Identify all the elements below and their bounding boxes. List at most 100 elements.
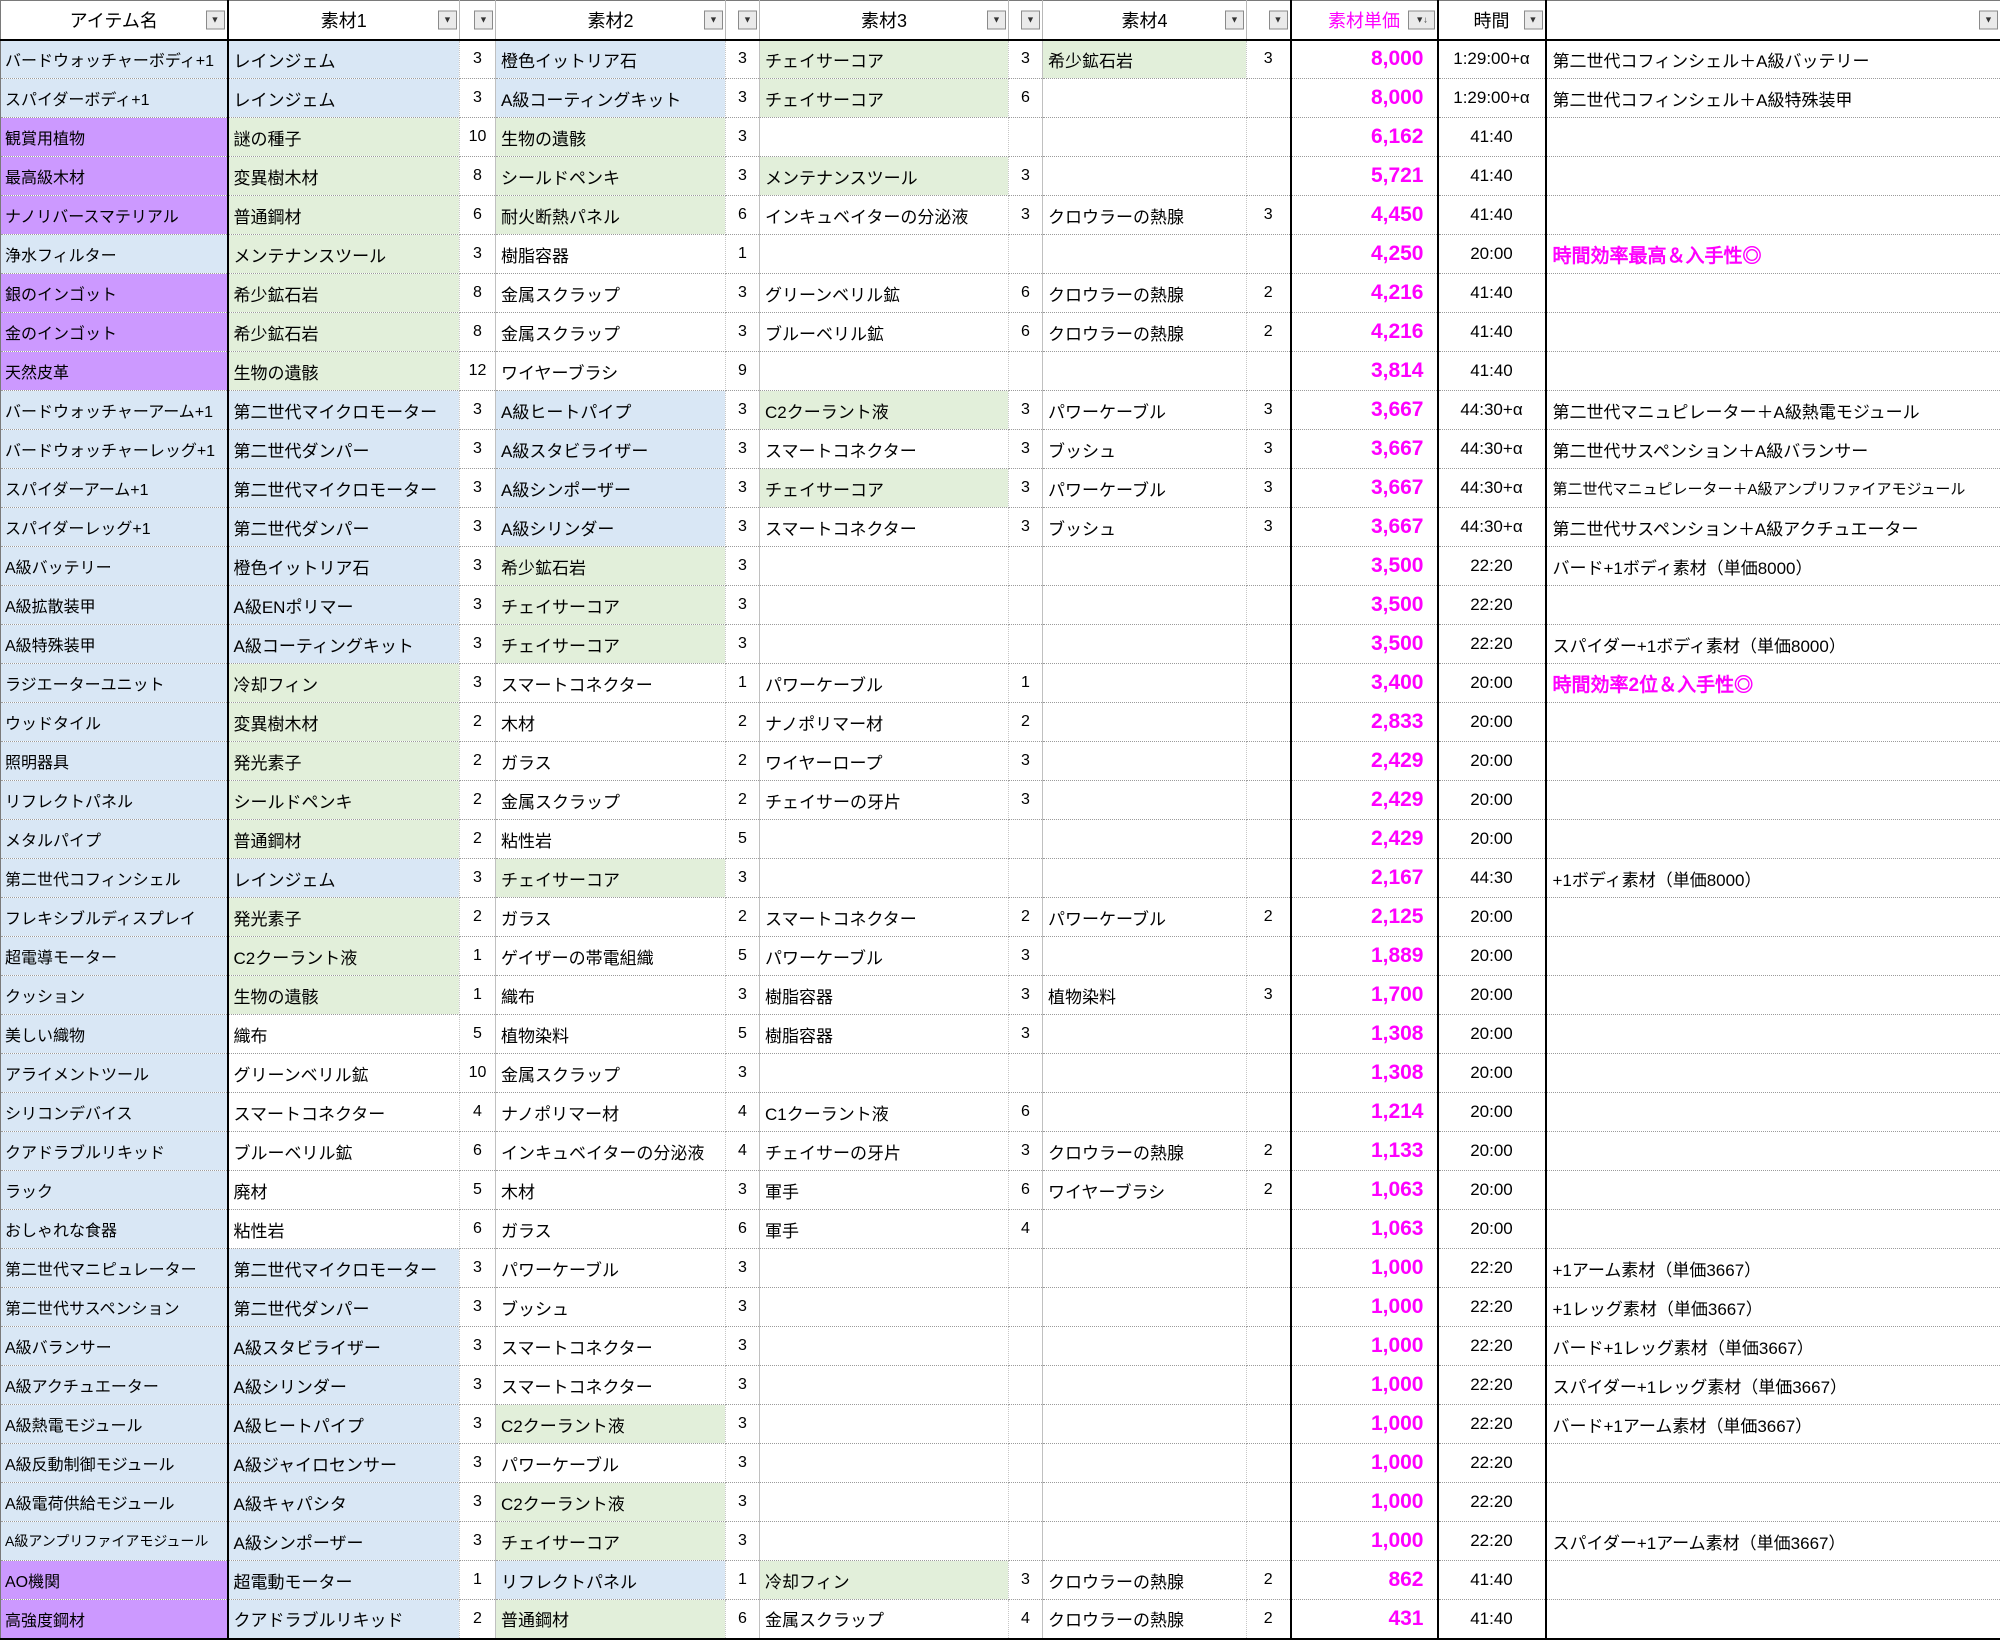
material-cell[interactable] — [1043, 1210, 1247, 1249]
qty-cell[interactable]: 5 — [726, 820, 760, 859]
note-cell[interactable]: スパイダー+1レッグ素材（単価3667） — [1546, 1366, 2000, 1405]
qty-cell[interactable]: 1 — [726, 235, 760, 274]
material-cell[interactable]: クアドラブルリキッド — [228, 1600, 460, 1639]
qty-cell[interactable] — [1247, 820, 1291, 859]
price-cell[interactable]: 1,000 — [1291, 1327, 1438, 1366]
price-cell[interactable]: 1,308 — [1291, 1015, 1438, 1054]
qty-cell[interactable]: 6 — [460, 196, 496, 235]
item-cell[interactable]: 超電導モーター — [1, 937, 228, 976]
qty-cell[interactable]: 2 — [1247, 1561, 1291, 1600]
note-cell[interactable]: 時間効率2位＆入手性◎ — [1546, 664, 2000, 703]
qty-cell[interactable] — [1247, 1015, 1291, 1054]
qty-cell[interactable]: 6 — [460, 1210, 496, 1249]
qty-cell[interactable]: 3 — [460, 40, 496, 79]
qty-cell[interactable]: 3 — [460, 1327, 496, 1366]
time-cell[interactable]: 20:00 — [1438, 781, 1546, 820]
material-cell[interactable]: チェイサーコア — [496, 859, 726, 898]
note-cell[interactable] — [1546, 1015, 2000, 1054]
material-cell[interactable] — [1043, 547, 1247, 586]
material-cell[interactable]: ブッシュ — [496, 1288, 726, 1327]
note-cell[interactable] — [1546, 976, 2000, 1015]
time-cell[interactable]: 44:30+α — [1438, 469, 1546, 508]
qty-cell[interactable]: 1 — [460, 937, 496, 976]
time-cell[interactable]: 20:00 — [1438, 898, 1546, 937]
material-cell[interactable]: メンテナンスツール — [760, 157, 1009, 196]
material-cell[interactable]: ワイヤーブラシ — [496, 352, 726, 391]
filter-button-notes[interactable]: ▼ — [1979, 10, 1998, 29]
qty-cell[interactable]: 3 — [1247, 430, 1291, 469]
time-cell[interactable]: 22:20 — [1438, 547, 1546, 586]
qty-cell[interactable]: 3 — [460, 1249, 496, 1288]
material-cell[interactable]: 普通鋼材 — [228, 196, 460, 235]
note-cell[interactable] — [1546, 703, 2000, 742]
price-cell[interactable]: 4,450 — [1291, 196, 1438, 235]
qty-cell[interactable] — [1009, 1288, 1043, 1327]
note-cell[interactable]: 時間効率最高＆入手性◎ — [1546, 235, 2000, 274]
qty-cell[interactable]: 2 — [1247, 898, 1291, 937]
qty-cell[interactable]: 6 — [1009, 1171, 1043, 1210]
note-cell[interactable]: 第二世代コフィンシェル＋A級バッテリー — [1546, 40, 2000, 79]
time-cell[interactable]: 22:20 — [1438, 1444, 1546, 1483]
item-cell[interactable]: A級電荷供給モジュール — [1, 1483, 228, 1522]
material-cell[interactable]: ブッシュ — [1043, 508, 1247, 547]
material-cell[interactable]: スマートコネクター — [496, 664, 726, 703]
material-cell[interactable] — [760, 859, 1009, 898]
note-cell[interactable] — [1546, 196, 2000, 235]
note-cell[interactable]: バード+1アーム素材（単価3667） — [1546, 1405, 2000, 1444]
filter-button-qty4[interactable]: ▼ — [1269, 10, 1288, 29]
qty-cell[interactable]: 3 — [460, 1366, 496, 1405]
material-cell[interactable]: ブッシュ — [1043, 430, 1247, 469]
material-cell[interactable]: 金属スクラップ — [496, 781, 726, 820]
item-cell[interactable]: スパイダーアーム+1 — [1, 469, 228, 508]
material-cell[interactable]: チェイサーコア — [496, 586, 726, 625]
item-cell[interactable]: 第二世代マニピュレーター — [1, 1249, 228, 1288]
material-cell[interactable]: 普通鋼材 — [228, 820, 460, 859]
qty-cell[interactable]: 3 — [460, 508, 496, 547]
qty-cell[interactable] — [1247, 79, 1291, 118]
material-cell[interactable] — [760, 1522, 1009, 1561]
material-cell[interactable]: ゲイザーの帯電組織 — [496, 937, 726, 976]
material-cell[interactable]: レインジェム — [228, 859, 460, 898]
qty-cell[interactable]: 2 — [460, 1600, 496, 1639]
time-cell[interactable]: 20:00 — [1438, 1171, 1546, 1210]
qty-cell[interactable]: 3 — [460, 547, 496, 586]
material-cell[interactable]: 生物の遺骸 — [228, 352, 460, 391]
note-cell[interactable]: +1ボディ素材（単価8000） — [1546, 859, 2000, 898]
qty-cell[interactable]: 3 — [1009, 391, 1043, 430]
note-cell[interactable] — [1546, 1600, 2000, 1639]
time-cell[interactable]: 41:40 — [1438, 196, 1546, 235]
item-cell[interactable]: ラック — [1, 1171, 228, 1210]
qty-cell[interactable]: 3 — [460, 469, 496, 508]
material-cell[interactable]: 廃材 — [228, 1171, 460, 1210]
material-cell[interactable]: グリーンベリル鉱 — [228, 1054, 460, 1093]
qty-cell[interactable] — [1009, 1522, 1043, 1561]
material-cell[interactable] — [1043, 625, 1247, 664]
material-cell[interactable] — [1043, 1093, 1247, 1132]
qty-cell[interactable] — [1247, 235, 1291, 274]
item-cell[interactable]: クッション — [1, 976, 228, 1015]
material-cell[interactable]: 冷却フィン — [228, 664, 460, 703]
qty-cell[interactable] — [1247, 1366, 1291, 1405]
material-cell[interactable] — [1043, 1483, 1247, 1522]
note-cell[interactable]: 第二世代マニュピレーター＋A級熱電モジュール — [1546, 391, 2000, 430]
material-cell[interactable]: 樹脂容器 — [760, 976, 1009, 1015]
material-cell[interactable]: ナノポリマー材 — [496, 1093, 726, 1132]
material-cell[interactable]: 木材 — [496, 703, 726, 742]
qty-cell[interactable]: 3 — [726, 40, 760, 79]
time-cell[interactable]: 22:20 — [1438, 1405, 1546, 1444]
material-cell[interactable] — [760, 586, 1009, 625]
material-cell[interactable] — [760, 1444, 1009, 1483]
qty-cell[interactable]: 3 — [726, 1054, 760, 1093]
qty-cell[interactable]: 6 — [1009, 79, 1043, 118]
item-cell[interactable]: おしゃれな食器 — [1, 1210, 228, 1249]
qty-cell[interactable]: 3 — [1009, 508, 1043, 547]
item-cell[interactable]: A級拡散装甲 — [1, 586, 228, 625]
material-cell[interactable]: クロウラーの熱腺 — [1043, 313, 1247, 352]
note-cell[interactable] — [1546, 898, 2000, 937]
filter-button-time[interactable]: ▼ — [1524, 10, 1543, 29]
time-cell[interactable]: 44:30+α — [1438, 391, 1546, 430]
material-cell[interactable]: 第二世代マイクロモーター — [228, 391, 460, 430]
qty-cell[interactable]: 2 — [726, 898, 760, 937]
material-cell[interactable]: 発光素子 — [228, 898, 460, 937]
qty-cell[interactable]: 12 — [460, 352, 496, 391]
